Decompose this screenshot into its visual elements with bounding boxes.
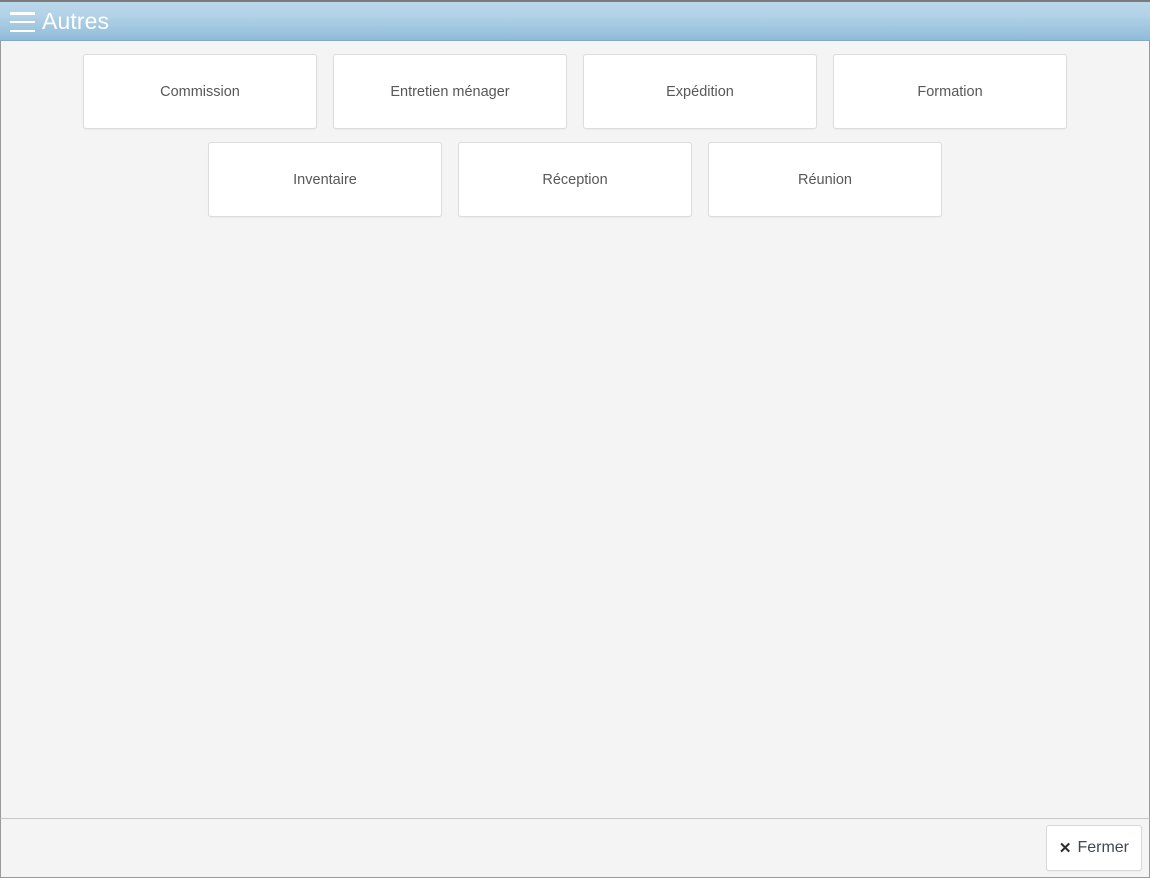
tile-label: Expédition xyxy=(666,83,734,100)
hamburger-line-3 xyxy=(10,29,35,32)
tile-grid: Commission Entretien ménager Expédition … xyxy=(1,41,1149,217)
tile-commission[interactable]: Commission xyxy=(83,54,317,129)
hamburger-line-1 xyxy=(10,12,35,15)
tile-label: Réunion xyxy=(797,171,852,188)
content-area: Commission Entretien ménager Expédition … xyxy=(0,41,1150,818)
tile-entretien-menager[interactable]: Entretien ménager xyxy=(333,54,567,129)
titlebar: Autres xyxy=(0,0,1150,41)
hamburger-line-2 xyxy=(10,20,35,24)
tile-row-1: Commission Entretien ménager Expédition … xyxy=(1,54,1149,129)
page-title: Autres xyxy=(42,8,110,34)
tile-reunion[interactable]: Réunion xyxy=(708,142,942,217)
footer-bar: ✕ Fermer xyxy=(0,818,1150,878)
tile-label: Commission xyxy=(160,83,240,100)
app-window: Autres Commission Entretien ménager Expé… xyxy=(0,0,1150,878)
tile-label: Inventaire xyxy=(293,171,357,188)
tile-label: Formation xyxy=(917,83,983,100)
tile-formation[interactable]: Formation xyxy=(833,54,1067,129)
hamburger-menu-icon[interactable] xyxy=(10,12,35,32)
tile-row-2: Inventaire Réception Réunion xyxy=(1,142,1149,217)
tile-reception[interactable]: Réception xyxy=(458,142,692,217)
tile-label: Réception xyxy=(542,171,608,188)
close-button[interactable]: ✕ Fermer xyxy=(1045,825,1142,871)
tile-label: Entretien ménager xyxy=(390,83,510,100)
tile-expedition[interactable]: Expédition xyxy=(583,54,817,129)
tile-inventaire[interactable]: Inventaire xyxy=(208,142,442,217)
close-button-label: Fermer xyxy=(1077,839,1129,856)
close-x-icon: ✕ xyxy=(1058,839,1072,857)
